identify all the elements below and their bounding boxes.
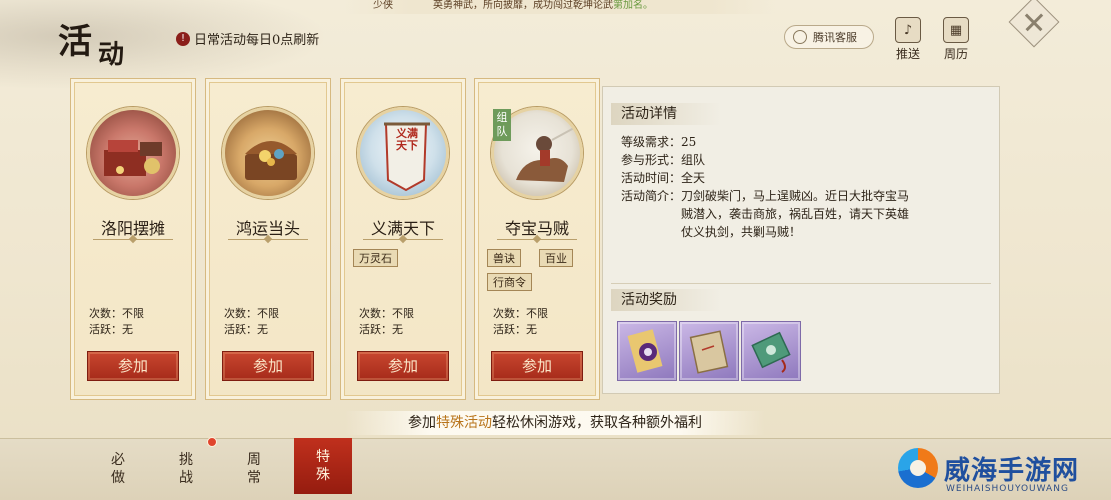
customer-service-label: 腾讯客服 xyxy=(813,31,857,44)
activeness-row: 活跃：无 xyxy=(89,323,133,336)
headset-icon xyxy=(793,30,807,44)
refresh-notice: ! 日常活动每日0点刷新 xyxy=(176,29,319,48)
join-button[interactable]: 参加 xyxy=(491,351,583,381)
treasure-chest-illustration xyxy=(245,141,297,180)
activity-card-treasure-bandits[interactable]: 组队 夺宝马贼 兽诀 百业 行商令 次数：不限 活跃：无 参加 xyxy=(474,78,600,400)
banner-text: 义满天下 xyxy=(396,127,418,152)
intro-label: 活动简介： xyxy=(621,189,682,203)
activity-portrait xyxy=(87,107,179,199)
announcement-strip: 少侠 英勇神武，所向披靡，成功闯过乾坤论武第加名。 xyxy=(345,0,775,14)
close-button[interactable] xyxy=(1008,0,1060,48)
count-row: 次数：不限 xyxy=(493,307,548,320)
reward-item-token[interactable] xyxy=(741,321,801,381)
push-button[interactable]: ♪ 推送 xyxy=(893,17,923,62)
announcement-player: 少侠 xyxy=(373,0,393,11)
calendar-icon: ▦ xyxy=(943,17,969,43)
announcement-message: 英勇神武，所向披靡，成功闯过乾坤论武 xyxy=(433,0,613,11)
tip-text-after: 轻松休闲游戏，获取各种额外福利 xyxy=(492,415,702,431)
level-requirement: 等级需求：25 xyxy=(621,135,697,149)
page-title: 活动 xyxy=(58,14,126,70)
card-divider xyxy=(93,239,173,240)
weekly-calendar-label: 周历 xyxy=(943,47,968,61)
watermark-brand: 威海手游网 xyxy=(944,456,1080,486)
notification-dot xyxy=(207,437,217,447)
activity-portrait xyxy=(222,107,314,199)
reward-title: 活动奖励 xyxy=(611,289,721,311)
activity-detail-panel: 活动详情 等级需求：25 参与形式：组队 活动时间：全天 活动简介： 刀剑破柴门… xyxy=(602,86,1000,394)
activity-tag: 行商令 xyxy=(487,273,532,291)
reward-item-book[interactable] xyxy=(679,321,739,381)
page-title-second: 动 xyxy=(98,40,127,70)
book-icon xyxy=(689,330,729,374)
watermark-url: WEIHAISHOUYOUWANG xyxy=(946,484,1069,494)
special-activity-tip: 参加特殊活动轻松休闲游戏，获取各种额外福利 xyxy=(345,411,765,435)
activeness-row: 活跃：无 xyxy=(224,323,268,336)
join-button[interactable]: 参加 xyxy=(222,351,314,381)
count-row: 次数：不限 xyxy=(89,307,144,320)
push-label: 推送 xyxy=(895,47,920,61)
token-icon xyxy=(751,331,791,373)
card-divider xyxy=(497,239,577,240)
activity-card-luoyang-stall[interactable]: 洛阳摆摊 次数：不限 活跃：无 参加 xyxy=(70,78,196,400)
team-badge: 组队 xyxy=(493,109,511,141)
count-row: 次数：不限 xyxy=(224,307,279,320)
bell-icon: ♪ xyxy=(895,17,921,43)
intro-text: 刀剑破柴门，马上逞贼凶。近日大批夺宝马贼潜入，袭击商旅，祸乱百姓，请天下英雄仗义… xyxy=(681,189,910,239)
banner-illustration xyxy=(384,122,430,192)
activity-tag: 万灵石 xyxy=(353,249,398,267)
activity-tag: 兽诀 xyxy=(487,249,521,267)
activity-time: 活动时间：全天 xyxy=(621,171,706,185)
customer-service-button[interactable]: 腾讯客服 xyxy=(784,25,874,49)
detail-divider xyxy=(611,283,991,284)
tab-challenge[interactable]: 挑战 xyxy=(166,444,206,496)
tab-special[interactable]: 特殊 xyxy=(294,438,352,494)
activeness-row: 活跃：无 xyxy=(493,323,537,336)
market-stall-illustration xyxy=(104,140,162,176)
activity-intro: 活动简介： 刀剑破柴门，马上逞贼凶。近日大批夺宝马贼潜入，袭击商旅，祸乱百姓，请… xyxy=(621,187,921,241)
watermark-logo xyxy=(898,448,938,488)
refresh-notice-text: 日常活动每日0点刷新 xyxy=(194,33,320,48)
weekly-calendar-button[interactable]: ▦ 周历 xyxy=(941,17,971,62)
activity-card-fortune[interactable]: 鸿运当头 次数：不限 活跃：无 参加 xyxy=(205,78,331,400)
count-row: 次数：不限 xyxy=(359,307,414,320)
detail-title: 活动详情 xyxy=(611,103,721,125)
activity-card-righteous[interactable]: 义满天下 义满天下 万灵石 次数：不限 活跃：无 参加 xyxy=(340,78,466,400)
tab-must-do[interactable]: 必做 xyxy=(98,444,138,496)
scroll-icon xyxy=(627,329,663,373)
join-button[interactable]: 参加 xyxy=(87,351,179,381)
tip-text-before: 参加 xyxy=(408,415,436,431)
activeness-row: 活跃：无 xyxy=(359,323,403,336)
card-divider xyxy=(228,239,308,240)
activity-tag: 百业 xyxy=(539,249,573,267)
tab-weekly[interactable]: 周常 xyxy=(234,444,274,496)
tip-highlight: 特殊活动 xyxy=(436,415,492,431)
join-button[interactable]: 参加 xyxy=(357,351,449,381)
exclamation-icon: ! xyxy=(176,31,190,46)
announcement-suffix: 第加名。 xyxy=(613,0,653,11)
reward-item-scroll[interactable] xyxy=(617,321,677,381)
participation-form: 参与形式：组队 xyxy=(621,153,706,167)
activity-portrait: 义满天下 xyxy=(357,107,449,199)
card-divider xyxy=(363,239,443,240)
page-title-main: 活 xyxy=(58,22,94,62)
